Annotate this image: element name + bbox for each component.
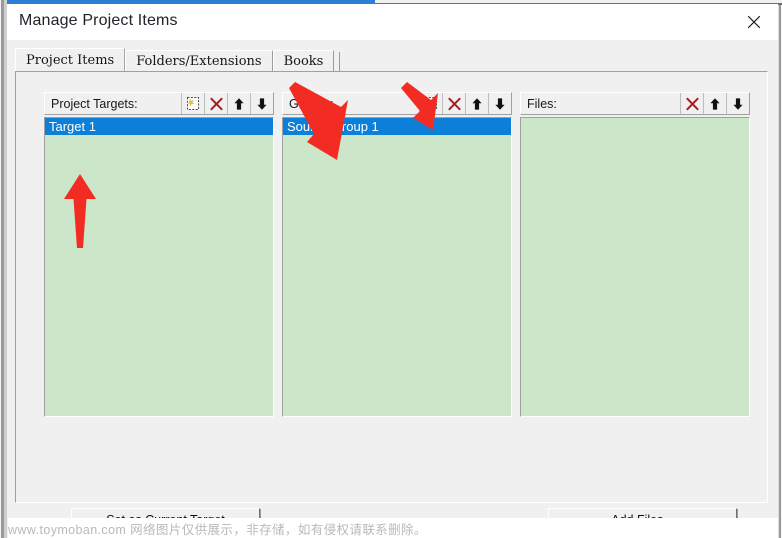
close-icon: [746, 14, 762, 30]
move-target-up-button[interactable]: [227, 93, 250, 114]
move-up-icon: [470, 97, 484, 111]
project-targets-column: Project Targets: Target 1: [44, 92, 274, 417]
move-up-icon: [708, 97, 722, 111]
tab-label: Project Items: [26, 53, 115, 68]
files-toolbar: [680, 93, 749, 114]
tab-project-items[interactable]: Project Items: [15, 48, 126, 72]
project-targets-list[interactable]: Target 1: [44, 117, 274, 417]
new-target-button[interactable]: [181, 93, 204, 114]
delete-file-button[interactable]: [680, 93, 703, 114]
close-button[interactable]: [731, 4, 777, 40]
move-file-down-button[interactable]: [726, 93, 749, 114]
tab-label: Folders/Extensions: [136, 54, 262, 69]
files-label: Files:: [527, 96, 557, 111]
list-item-label: Source Group 1: [287, 119, 379, 134]
project-targets-label: Project Targets:: [51, 96, 138, 111]
groups-label: Groups:: [289, 96, 334, 111]
groups-column: Groups: Source Group 1: [282, 92, 512, 417]
move-target-down-button[interactable]: [250, 93, 273, 114]
groups-header: Groups:: [282, 92, 512, 115]
tab-label: Books: [283, 54, 324, 69]
window-right-edge: [778, 5, 782, 538]
window-title: Manage Project Items: [19, 12, 178, 29]
watermark-text: www.toymoban.com 网络图片仅供展示，非存储，如有侵权请联系删除。: [8, 522, 427, 537]
move-file-up-button[interactable]: [703, 93, 726, 114]
groups-list[interactable]: Source Group 1: [282, 117, 512, 417]
new-group-button[interactable]: [419, 93, 442, 114]
project-targets-header: Project Targets:: [44, 92, 274, 115]
delete-target-button[interactable]: [204, 93, 227, 114]
list-item-label: Target 1: [49, 119, 96, 134]
list-item[interactable]: Target 1: [45, 118, 273, 135]
delete-group-button[interactable]: [442, 93, 465, 114]
delete-icon: [685, 97, 700, 111]
window-left-edge: [0, 0, 7, 538]
move-down-icon: [255, 97, 269, 111]
project-targets-toolbar: [181, 93, 273, 114]
move-down-icon: [493, 97, 507, 111]
move-up-icon: [232, 97, 246, 111]
move-group-down-button[interactable]: [488, 93, 511, 114]
files-column: Files:: [520, 92, 750, 417]
new-item-icon: [185, 96, 201, 111]
files-header: Files:: [520, 92, 750, 115]
watermark: www.toymoban.com 网络图片仅供展示，非存储，如有侵权请联系删除。: [8, 518, 778, 538]
new-item-icon: [423, 96, 439, 111]
tab-folders-extensions[interactable]: Folders/Extensions: [125, 50, 273, 72]
files-list[interactable]: [520, 117, 750, 417]
groups-toolbar: [419, 93, 511, 114]
move-group-up-button[interactable]: [465, 93, 488, 114]
list-item[interactable]: Source Group 1: [283, 118, 511, 135]
tab-strip: Project Items Folders/Extensions Books: [15, 48, 341, 72]
tab-books[interactable]: Books: [272, 50, 335, 72]
tab-strip-divider: [339, 52, 341, 72]
title-bar: Manage Project Items: [7, 4, 778, 40]
delete-icon: [209, 97, 224, 111]
manage-project-items-dialog: Manage Project Items Project Items Folde…: [0, 0, 782, 538]
move-down-icon: [731, 97, 745, 111]
dialog-body: Project Items Folders/Extensions Books P…: [7, 40, 778, 532]
delete-icon: [447, 97, 462, 111]
